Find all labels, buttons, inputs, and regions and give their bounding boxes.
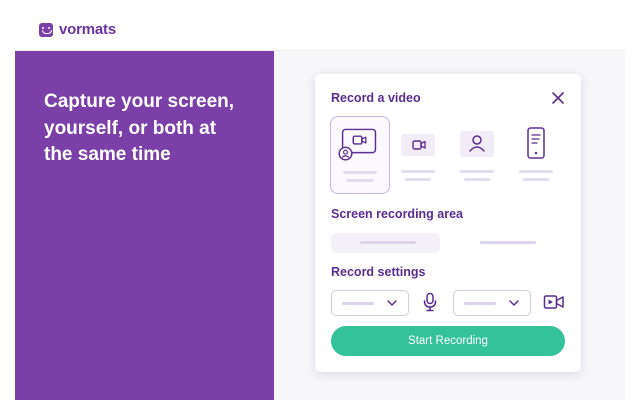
select-value-placeholder xyxy=(342,302,374,305)
record-video-dialog: Record a video Screen recording area Rec… xyxy=(315,74,581,372)
mode-label-placeholder xyxy=(343,171,377,174)
mode-phone[interactable] xyxy=(506,116,566,194)
hero-title: Capture your screen, yourself, or both a… xyxy=(44,91,235,165)
mode-label-placeholder xyxy=(346,179,374,182)
mode-label-placeholder xyxy=(401,170,435,173)
top-bar: vormats xyxy=(15,0,625,51)
area-option-label-placeholder xyxy=(360,241,416,244)
chevron-down-icon xyxy=(387,300,397,306)
mode-screen[interactable] xyxy=(388,116,448,194)
dialog-title: Record a video xyxy=(331,91,421,105)
person-icon xyxy=(460,131,494,157)
mode-label-placeholder xyxy=(405,178,431,181)
record-settings-label: Record settings xyxy=(331,265,426,279)
mode-label-placeholder xyxy=(519,170,553,173)
screen-icon xyxy=(401,134,435,156)
camera-select[interactable] xyxy=(453,290,531,316)
mode-camera[interactable] xyxy=(447,116,507,194)
chevron-down-icon xyxy=(509,300,519,306)
microphone-icon[interactable] xyxy=(420,292,440,312)
select-value-placeholder xyxy=(464,302,496,305)
start-recording-button[interactable]: Start Recording xyxy=(331,326,565,356)
area-option-window[interactable] xyxy=(450,233,565,253)
area-option-label-placeholder xyxy=(480,241,536,244)
area-option-full-screen[interactable] xyxy=(331,233,440,253)
mode-label-placeholder xyxy=(523,178,549,181)
camera-icon[interactable] xyxy=(543,292,565,312)
brand-logo-icon xyxy=(39,22,53,37)
screen-recording-area-label: Screen recording area xyxy=(331,207,464,221)
microphone-select[interactable] xyxy=(331,290,409,316)
phone-icon xyxy=(527,127,545,159)
mode-screen-and-camera[interactable] xyxy=(330,116,390,194)
brand-name: vormats xyxy=(59,21,116,38)
brand[interactable]: vormats xyxy=(39,21,116,38)
hero-panel: Capture your screen, yourself, or both a… xyxy=(15,51,274,400)
mode-label-placeholder xyxy=(464,178,490,181)
close-icon[interactable] xyxy=(551,91,565,105)
mode-label-placeholder xyxy=(460,170,494,173)
screen-and-camera-icon xyxy=(338,128,377,161)
